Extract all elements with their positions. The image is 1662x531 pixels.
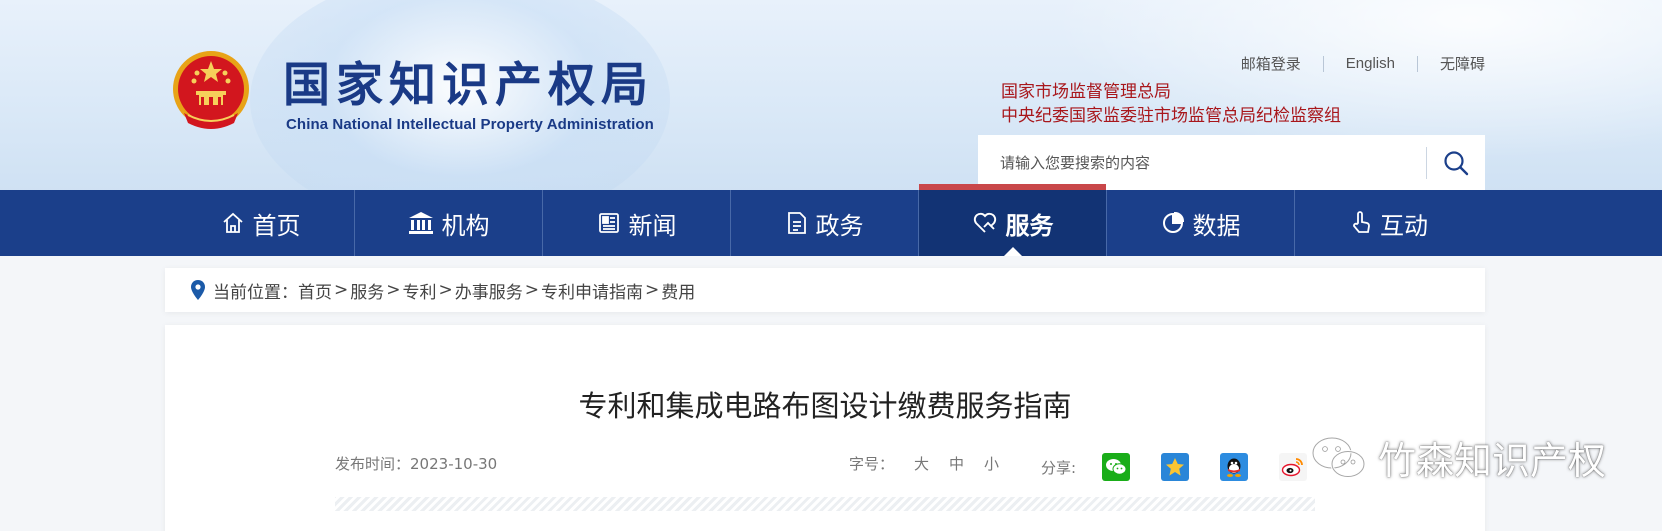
org-link-discipline[interactable]: 中央纪委国家监委驻市场监管总局纪检监察组 [1001, 101, 1341, 126]
font-size-large[interactable]: 大 [914, 453, 929, 474]
nav-label: 服务 [1005, 211, 1054, 240]
nav-item-government-affairs[interactable]: 政务 [731, 190, 919, 256]
search-button[interactable] [1427, 135, 1485, 190]
nav-label: 政务 [815, 211, 864, 240]
main-nav: 首页 机构 新闻 政务 服务 数据 互动 [0, 184, 1662, 256]
article-card: 专利和集成电路布图设计缴费服务指南 发布时间：2023-10-30 字号： 大 … [165, 325, 1485, 531]
publish-date: 发布时间：2023-10-30 [335, 455, 498, 473]
search-box [978, 135, 1485, 190]
nav-item-organization[interactable]: 机构 [355, 190, 543, 256]
org-link-samr[interactable]: 国家市场监督管理总局 [1001, 77, 1171, 102]
qq-icon[interactable] [1220, 453, 1249, 481]
nav-item-home[interactable]: 首页 [167, 190, 355, 256]
share-bar: 分享: [1041, 453, 1338, 481]
logo-title[interactable]: 国家知识产权局 [283, 58, 654, 114]
breadcrumb-patent[interactable]: 专利 [403, 278, 437, 303]
breadcrumb-services[interactable]: 服务 [350, 278, 384, 303]
wechat-outline-icon [1311, 436, 1366, 478]
nav-label: 新闻 [628, 211, 677, 240]
pie-chart-icon [1162, 211, 1184, 233]
nav-label: 机构 [441, 211, 490, 240]
search-icon [1444, 150, 1469, 175]
watermark-text: 竹森知识产权 [1378, 439, 1607, 483]
breadcrumb-affairs[interactable]: 办事服务 [455, 278, 523, 303]
location-pin-icon [191, 280, 205, 300]
font-size-medium[interactable]: 中 [949, 453, 964, 474]
breadcrumb-fees[interactable]: 费用 [661, 278, 695, 303]
weibo-icon[interactable] [1279, 453, 1308, 481]
building-icon [408, 212, 433, 234]
nav-label: 首页 [252, 211, 301, 240]
nav-item-data[interactable]: 数据 [1107, 190, 1295, 256]
document-icon [787, 212, 806, 234]
accessibility-link[interactable]: 无障碍 [1440, 53, 1485, 74]
hand-pointer-icon [1353, 211, 1370, 233]
article-title: 专利和集成电路布图设计缴费服务指南 [578, 389, 1072, 423]
font-size-control: 字号： 大 中 小 [849, 453, 1000, 474]
breadcrumb: 当前位置： 首页 > 服务 > 专利 > 办事服务 > 专利申请指南 > 费用 [165, 268, 1485, 312]
watermark: 竹森知识产权 [1310, 430, 1606, 485]
divider-hatch [335, 497, 1315, 511]
heart-hand-icon [973, 212, 996, 233]
search-input[interactable] [978, 135, 1426, 190]
breadcrumb-prefix: 当前位置： [213, 282, 298, 303]
qzone-icon[interactable] [1161, 453, 1190, 481]
nav-item-news[interactable]: 新闻 [543, 190, 731, 256]
breadcrumb-guide[interactable]: 专利申请指南 [541, 278, 643, 303]
home-icon [222, 212, 243, 233]
national-emblem-icon [173, 51, 249, 129]
nav-item-services[interactable]: 服务 [919, 184, 1107, 256]
top-links: 邮箱登录 English 无障碍 [1241, 53, 1485, 74]
wechat-icon[interactable] [1102, 453, 1131, 481]
site-header: 国家知识产权局 China National Intellectual Prop… [0, 0, 1662, 192]
english-link[interactable]: English [1346, 55, 1395, 72]
logo-subtitle: China National Intellectual Property Adm… [286, 116, 654, 133]
nav-item-interaction[interactable]: 互动 [1295, 190, 1483, 256]
news-icon [598, 213, 619, 233]
mail-login-link[interactable]: 邮箱登录 [1241, 53, 1301, 74]
font-size-small[interactable]: 小 [984, 453, 999, 474]
breadcrumb-home[interactable]: 首页 [298, 278, 332, 303]
nav-label: 互动 [1380, 211, 1428, 240]
share-label: 分享: [1041, 458, 1077, 477]
nav-label: 数据 [1192, 211, 1241, 240]
